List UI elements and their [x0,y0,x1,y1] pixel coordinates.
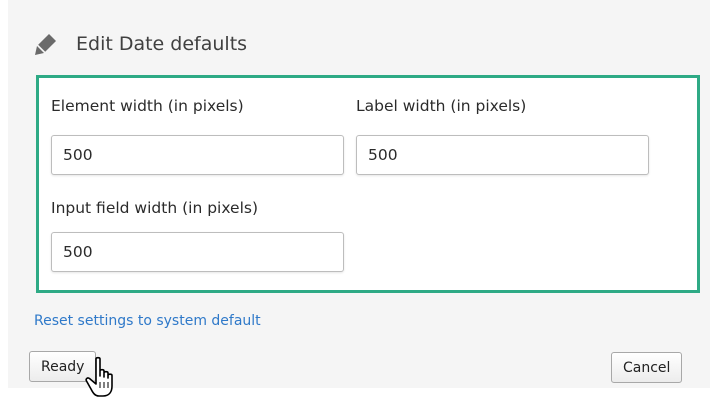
width-settings-box: Element width (in pixels) Label width (i… [36,75,700,293]
panel-title: Edit Date defaults [76,33,248,55]
cancel-button[interactable]: Cancel [611,352,683,383]
element-width-input[interactable] [51,135,344,175]
input-field-width-input[interactable] [51,232,344,272]
label-width-input[interactable] [356,135,649,175]
reset-to-system-default-link[interactable]: Reset settings to system default [34,313,261,329]
element-width-label: Element width (in pixels) [51,97,244,115]
pencil-icon [35,34,56,55]
label-width-label: Label width (in pixels) [356,97,527,115]
hand-pointer-cursor-icon [85,356,113,397]
edit-date-defaults-panel: Edit Date defaults Element width (in pix… [8,0,710,388]
input-field-width-label: Input field width (in pixels) [51,199,258,217]
panel-header: Edit Date defaults [34,29,247,59]
